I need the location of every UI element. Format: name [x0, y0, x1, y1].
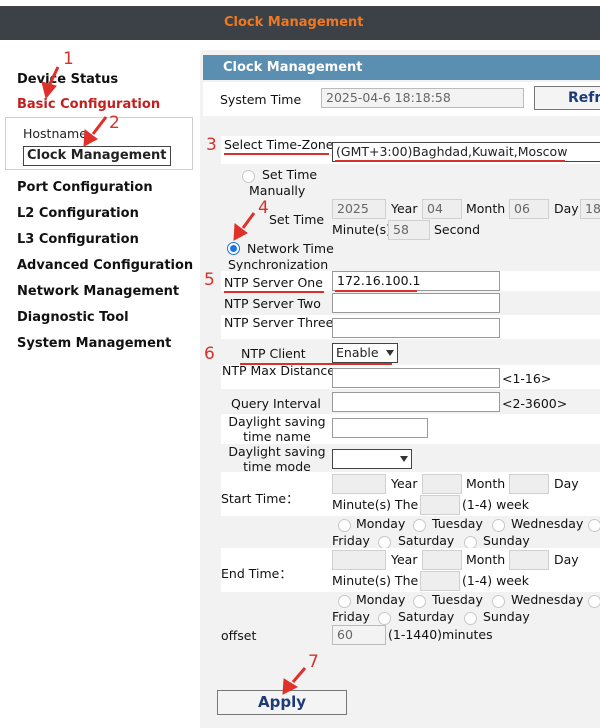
arrow-2-icon — [83, 116, 108, 147]
arrow-1-icon — [41, 66, 60, 100]
annotation-arrows — [41, 66, 307, 695]
arrow-7-icon — [282, 667, 307, 695]
arrow-4-icon — [233, 212, 256, 241]
